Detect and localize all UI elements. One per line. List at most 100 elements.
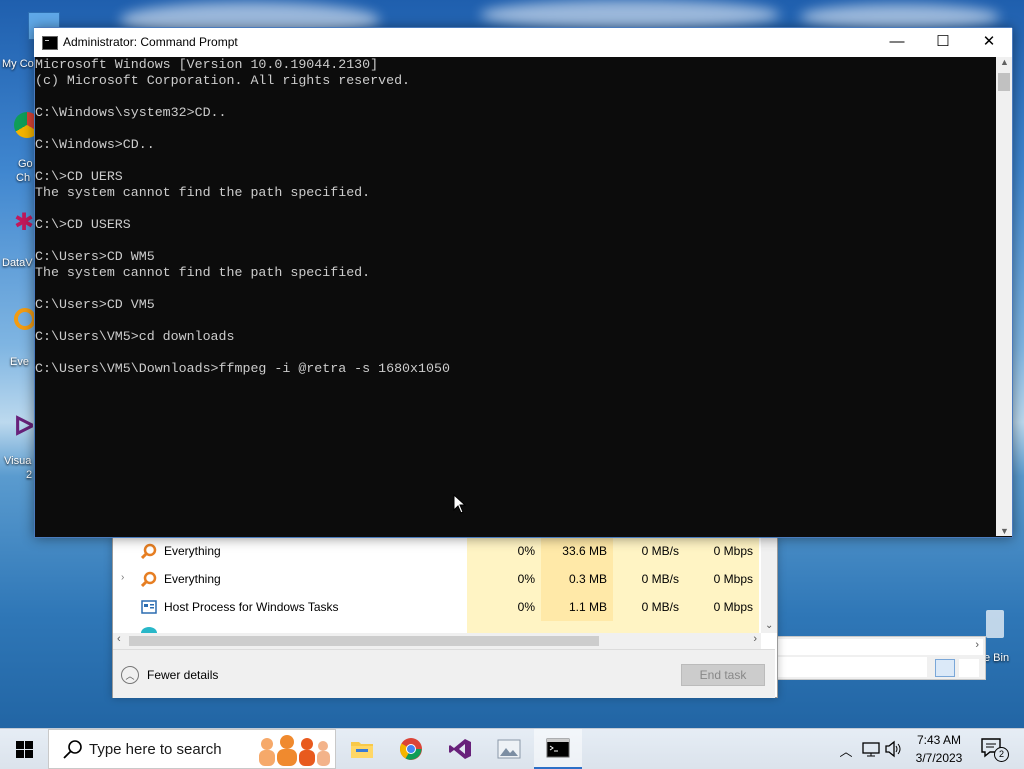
scrollbar-thumb[interactable] bbox=[998, 73, 1010, 91]
close-button[interactable]: ✕ bbox=[966, 28, 1012, 57]
scroll-down-icon[interactable]: ▼ bbox=[1000, 526, 1009, 536]
recycle-bin-label: e Bin bbox=[984, 652, 1010, 664]
end-task-button[interactable]: End task bbox=[681, 664, 765, 686]
command-prompt-icon bbox=[546, 738, 570, 758]
desktop-icon-label: DataV bbox=[2, 257, 33, 269]
disk-cell: 0 MB/s bbox=[613, 565, 685, 593]
desktop-icon-label: Visua bbox=[4, 455, 32, 467]
notification-count-badge: 2 bbox=[994, 747, 1009, 762]
console-line: C:\Windows\system32>CD.. bbox=[35, 105, 227, 120]
taskbar-photos[interactable] bbox=[485, 729, 533, 769]
everything-search-icon bbox=[141, 571, 157, 587]
task-manager-footer: ︿ Fewer details End task bbox=[113, 649, 775, 698]
window-title: Administrator: Command Prompt bbox=[63, 35, 238, 49]
visual-studio-desktop-icon[interactable]: ᐅ bbox=[14, 412, 36, 440]
clock-date: 3/7/2023 bbox=[915, 751, 963, 765]
fewer-details-button[interactable]: ︿ Fewer details bbox=[121, 665, 218, 685]
console-vertical-scrollbar[interactable]: ▲ ▼ bbox=[996, 57, 1012, 536]
host-process-icon bbox=[141, 600, 157, 614]
everything-desktop-icon[interactable] bbox=[14, 308, 36, 330]
desktop-icon-label: My Co bbox=[2, 58, 34, 70]
scrollbar-thumb[interactable] bbox=[129, 636, 599, 646]
console-line: Microsoft Windows [Version 10.0.19044.21… bbox=[35, 57, 379, 72]
process-row[interactable]: › Everything 0% 0.3 MB 0 MB/s 0 Mbps bbox=[113, 565, 761, 593]
scroll-right-icon[interactable]: › bbox=[975, 639, 979, 651]
desktop-icon-label: Ch bbox=[16, 172, 31, 184]
desktop-icon-label: Eve bbox=[10, 356, 29, 368]
cpu-cell: 0% bbox=[467, 537, 541, 565]
search-icon bbox=[63, 740, 82, 759]
explorer-status-area bbox=[777, 657, 927, 677]
everything-search-icon bbox=[141, 543, 157, 559]
taskbar-command-prompt[interactable] bbox=[534, 729, 582, 769]
scroll-left-icon[interactable]: ‹ bbox=[117, 633, 121, 645]
taskbar-visual-studio[interactable] bbox=[436, 729, 484, 769]
console-line: (c) Microsoft Corporation. All rights re… bbox=[35, 73, 411, 88]
task-manager-window: Everything 0% 33.6 MB 0 MB/s 0 Mbps › Ev… bbox=[112, 536, 778, 698]
scroll-right-icon[interactable]: › bbox=[753, 633, 757, 645]
console-output[interactable]: Microsoft Windows [Version 10.0.19044.21… bbox=[35, 57, 995, 536]
disk-cell: 0 MB/s bbox=[613, 537, 685, 565]
taskbar-search-box[interactable]: Type here to search bbox=[48, 729, 336, 769]
task-list-vertical-scrollbar[interactable]: ⌄ bbox=[761, 537, 777, 633]
details-view-icon[interactable] bbox=[935, 659, 955, 677]
console-line: C:\Users\VM5>cd downloads bbox=[35, 329, 235, 344]
notification-center-button[interactable]: 2 bbox=[980, 737, 1009, 762]
chevron-up-icon: ︿ bbox=[121, 666, 139, 684]
memory-cell: 33.6 MB bbox=[541, 537, 613, 565]
system-clock[interactable]: 7:43 AM 3/7/2023 bbox=[904, 731, 974, 767]
console-line: C:\Users>CD VM5 bbox=[35, 297, 155, 312]
explorer-horizontal-scrollbar[interactable]: › bbox=[777, 639, 983, 655]
task-list-horizontal-scrollbar[interactable]: ‹ › bbox=[113, 633, 761, 649]
chevron-right-icon[interactable]: › bbox=[121, 572, 124, 583]
title-bar[interactable]: Administrator: Command Prompt — ☐ ✕ bbox=[34, 27, 1012, 57]
windows-logo-icon bbox=[15, 740, 33, 758]
process-name: Host Process for Windows Tasks bbox=[164, 600, 339, 614]
volume-icon[interactable] bbox=[884, 740, 902, 758]
disk-cell: 0 MB/s bbox=[613, 593, 685, 621]
memory-cell: 1.1 MB bbox=[541, 593, 613, 621]
minimize-button[interactable]: — bbox=[874, 28, 920, 57]
explorer-view-buttons bbox=[935, 659, 979, 677]
fewer-details-label: Fewer details bbox=[147, 668, 219, 682]
command-prompt-window: Administrator: Command Prompt — ☐ ✕ Micr… bbox=[34, 27, 1013, 538]
people-illustration-icon bbox=[259, 735, 330, 766]
desktop-icon-label: 2 bbox=[26, 469, 33, 481]
folder-icon bbox=[351, 742, 373, 758]
console-line: The system cannot find the path specifie… bbox=[35, 185, 371, 200]
console-line: C:\Users\VM5\Downloads>ffmpeg -i @retra … bbox=[35, 361, 450, 376]
process-row[interactable]: Host Process for Windows Tasks 0% 1.1 MB… bbox=[113, 593, 761, 621]
process-row[interactable]: Everything 0% 33.6 MB 0 MB/s 0 Mbps bbox=[113, 537, 761, 565]
large-icons-view-icon[interactable] bbox=[959, 659, 979, 677]
show-hidden-icons-button[interactable]: ︿ bbox=[838, 741, 854, 759]
network-cell: 0 Mbps bbox=[685, 537, 759, 565]
console-line: C:\>CD UERS bbox=[35, 169, 123, 184]
process-name: Everything bbox=[164, 544, 221, 558]
cpu-cell: 0% bbox=[467, 593, 541, 621]
memory-cell: 0.3 MB bbox=[541, 565, 613, 593]
taskbar-file-explorer[interactable] bbox=[338, 729, 386, 769]
scroll-down-icon[interactable]: ⌄ bbox=[765, 620, 773, 631]
network-icon[interactable] bbox=[862, 740, 880, 758]
cloud bbox=[480, 0, 780, 30]
taskbar: Type here to search ︿ 7:43 AM 3/7/2023 2 bbox=[0, 728, 1024, 769]
start-button[interactable] bbox=[0, 729, 48, 769]
console-line: The system cannot find the path specifie… bbox=[35, 265, 371, 280]
mouse-cursor-icon bbox=[453, 494, 467, 514]
visual-studio-icon bbox=[449, 739, 471, 759]
maximize-button[interactable]: ☐ bbox=[920, 28, 966, 57]
recycle-bin-icon[interactable] bbox=[986, 610, 1004, 638]
console-line: C:\Windows>CD.. bbox=[35, 137, 155, 152]
photos-icon bbox=[497, 739, 521, 759]
taskbar-chrome[interactable] bbox=[387, 729, 435, 769]
partial-row-cells bbox=[467, 621, 759, 633]
scroll-up-icon[interactable]: ▲ bbox=[1000, 57, 1009, 67]
clock-time: 7:43 AM bbox=[916, 733, 962, 747]
